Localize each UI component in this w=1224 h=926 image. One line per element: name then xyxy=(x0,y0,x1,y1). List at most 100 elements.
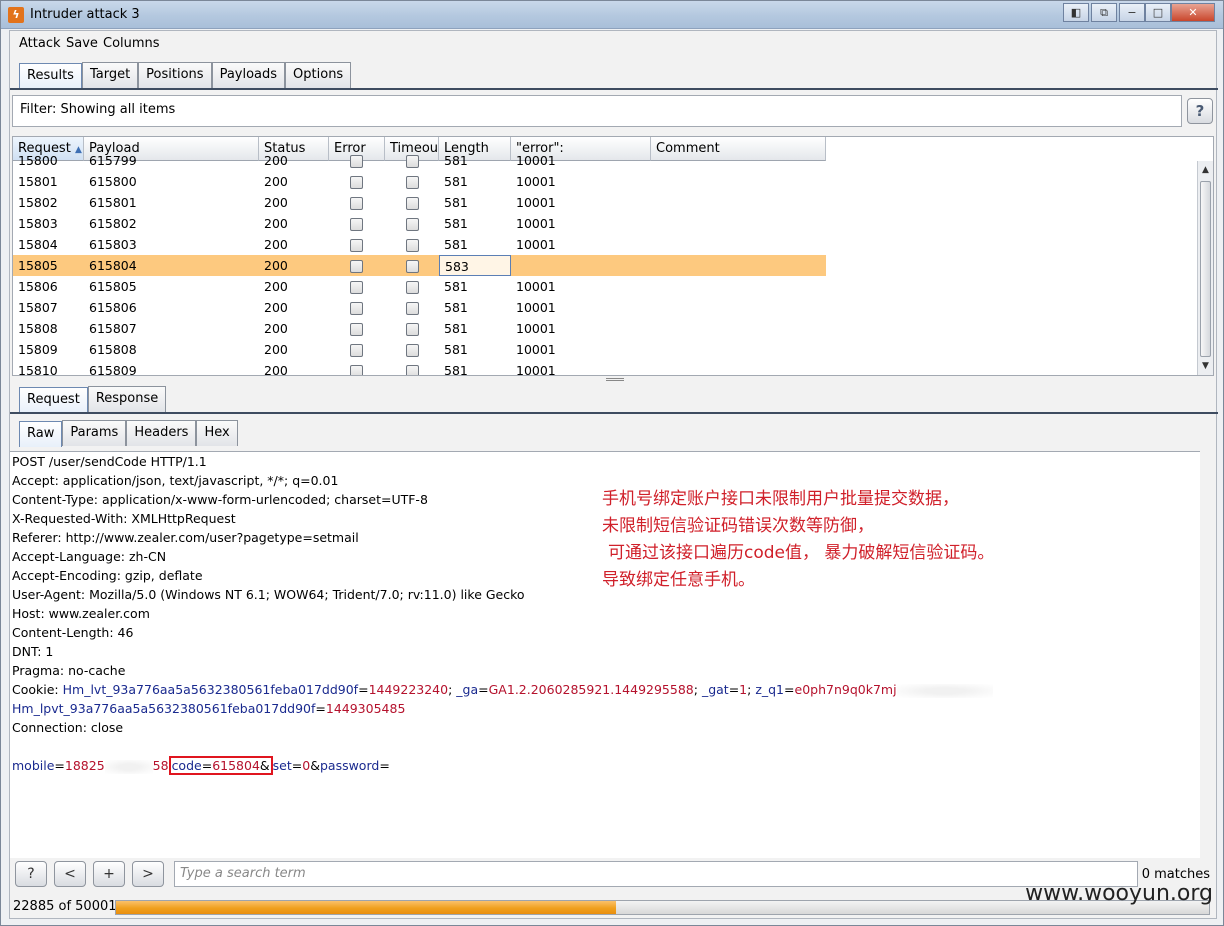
redacted-blur xyxy=(896,683,993,698)
table-row[interactable]: 15801 615800 200 581 10001 xyxy=(13,171,826,192)
comment-cell xyxy=(651,297,826,318)
progress-fill xyxy=(116,901,617,914)
tab-request[interactable]: Request xyxy=(19,387,88,413)
table-row[interactable]: 15807 615806 200 581 10001 xyxy=(13,297,826,318)
tab-target[interactable]: Target xyxy=(81,62,139,88)
main-tabs: Results Target Positions Payloads Option… xyxy=(19,62,352,89)
timeout-cell xyxy=(385,213,439,234)
raw-line: Content-Length: 46 xyxy=(12,625,134,640)
post-body-line: mobile=18825 58 code=615804& set=0&password… xyxy=(12,756,390,775)
search-matches: 0 matches xyxy=(1141,867,1210,882)
timeout-checkbox-icon xyxy=(406,176,419,189)
tab-payloads[interactable]: Payloads xyxy=(211,62,286,88)
status-cell: 200 xyxy=(264,321,288,336)
annotation-line: 未限制短信验证码错误次数等防御， xyxy=(602,516,874,536)
timeout-checkbox-icon xyxy=(406,365,419,375)
table-row[interactable]: 15808 615807 200 581 10001 xyxy=(13,318,826,339)
status-cell: 200 xyxy=(264,153,288,168)
scroll-down-icon[interactable]: ▼ xyxy=(1199,359,1212,373)
view-tabs: Raw Params Headers Hex xyxy=(19,420,238,447)
payload-cell: 615799 xyxy=(89,153,137,168)
annotation-line: 导致绑定任意手机。 xyxy=(602,570,755,590)
menu-save[interactable]: Save xyxy=(66,36,98,51)
detach-icon[interactable]: ⧉ xyxy=(1091,3,1117,22)
timeout-cell xyxy=(385,318,439,339)
annotation-note: 手机号绑定账户接口未限制用户批量提交数据， 未限制短信验证码错误次数等防御， 可… xyxy=(602,486,994,594)
raw-line: Referer: http://www.zealer.com/user?page… xyxy=(12,530,359,545)
results-table: Request ▲ Payload Status Error Timeout L… xyxy=(12,136,1214,376)
timeout-checkbox-icon xyxy=(406,302,419,315)
close-button[interactable]: ✕ xyxy=(1171,3,1215,22)
error-checkbox-icon xyxy=(350,323,363,336)
table-row[interactable]: 15800 615799 200 581 10001 xyxy=(13,150,826,171)
search-prev-button[interactable]: < xyxy=(54,861,86,887)
table-row[interactable]: 15803 615802 200 581 10001 xyxy=(13,213,826,234)
timeout-checkbox-icon xyxy=(406,218,419,231)
status-cell: 200 xyxy=(264,363,288,376)
table-scrollbar[interactable]: ▲ ▼ xyxy=(1197,161,1213,375)
tab-response[interactable]: Response xyxy=(87,386,167,412)
error_val-cell xyxy=(511,255,651,276)
search-next-button[interactable]: > xyxy=(132,861,164,887)
timeout-cell xyxy=(385,339,439,360)
payload-cell: 615801 xyxy=(89,195,137,210)
maximize-button[interactable]: □ xyxy=(1145,3,1171,22)
error_val-cell: 10001 xyxy=(516,216,556,231)
error_val-cell: 10001 xyxy=(516,279,556,294)
filter-help-button[interactable]: ? xyxy=(1187,98,1213,124)
length-cell: 581 xyxy=(444,300,468,315)
request-cell: 15803 xyxy=(18,216,58,231)
search-help-button[interactable]: ? xyxy=(15,861,47,887)
length-cell: 581 xyxy=(444,216,468,231)
error-checkbox-icon xyxy=(350,239,363,252)
error_val-cell: 10001 xyxy=(516,153,556,168)
error-cell xyxy=(329,339,385,360)
payload-cell: 615807 xyxy=(89,321,137,336)
request-cell: 15804 xyxy=(18,237,58,252)
request-cell: 15806 xyxy=(18,279,58,294)
search-add-button[interactable]: + xyxy=(93,861,125,887)
restore-panel-icon[interactable]: ◧ xyxy=(1063,3,1089,22)
menu-columns[interactable]: Columns xyxy=(103,36,160,51)
split-pane-grip[interactable] xyxy=(606,378,624,381)
timeout-checkbox-icon xyxy=(406,239,419,252)
error-cell xyxy=(329,213,385,234)
title-bar[interactable]: ϟ Intruder attack 3 ◧ ⧉ − □ ✕ xyxy=(1,1,1223,29)
tab-raw[interactable]: Raw xyxy=(19,421,63,447)
error-checkbox-icon xyxy=(350,260,363,273)
error-cell xyxy=(329,150,385,171)
raw-line: Content-Type: application/x-www-form-url… xyxy=(12,492,428,507)
search-input[interactable]: Type a search term xyxy=(174,861,1138,887)
minimize-button[interactable]: − xyxy=(1119,3,1145,22)
table-row[interactable]: 15805 615804 200 583 xyxy=(13,255,826,276)
tab-hex[interactable]: Hex xyxy=(196,420,238,446)
table-row[interactable]: 15802 615801 200 581 10001 xyxy=(13,192,826,213)
scroll-thumb[interactable] xyxy=(1200,181,1211,357)
length-cell: 583 xyxy=(439,255,511,276)
tab-positions[interactable]: Positions xyxy=(138,62,212,88)
request-cell: 15805 xyxy=(18,258,58,273)
tab-results[interactable]: Results xyxy=(19,63,82,89)
tab-headers[interactable]: Headers xyxy=(126,420,197,446)
length-cell: 581 xyxy=(444,321,468,336)
payload-cell: 615800 xyxy=(89,174,137,189)
raw-line: Accept: application/json, text/javascrip… xyxy=(12,473,339,488)
intruder-window: ϟ Intruder attack 3 ◧ ⧉ − □ ✕ Attack Sav… xyxy=(0,0,1224,926)
scroll-up-icon[interactable]: ▲ xyxy=(1199,163,1212,177)
cookie-line: Cookie: Hm_lvt_93a776aa5a5632380561feba0… xyxy=(12,680,993,699)
filter-bar[interactable]: Filter: Showing all items xyxy=(12,95,1182,127)
table-row[interactable]: 15806 615805 200 581 10001 xyxy=(13,276,826,297)
table-row[interactable]: 15804 615803 200 581 10001 xyxy=(13,234,826,255)
comment-cell xyxy=(651,192,826,213)
tab-options[interactable]: Options xyxy=(285,62,352,88)
error-cell xyxy=(329,360,385,375)
status-cell: 200 xyxy=(264,174,288,189)
table-row[interactable]: 15810 615809 200 581 10001 xyxy=(13,360,826,376)
tab-params[interactable]: Params xyxy=(62,420,127,446)
error-cell xyxy=(329,276,385,297)
menu-attack[interactable]: Attack xyxy=(19,36,61,51)
timeout-checkbox-icon xyxy=(406,155,419,168)
status-cell: 200 xyxy=(264,237,288,252)
payload-cell: 615808 xyxy=(89,342,137,357)
table-row[interactable]: 15809 615808 200 581 10001 xyxy=(13,339,826,360)
